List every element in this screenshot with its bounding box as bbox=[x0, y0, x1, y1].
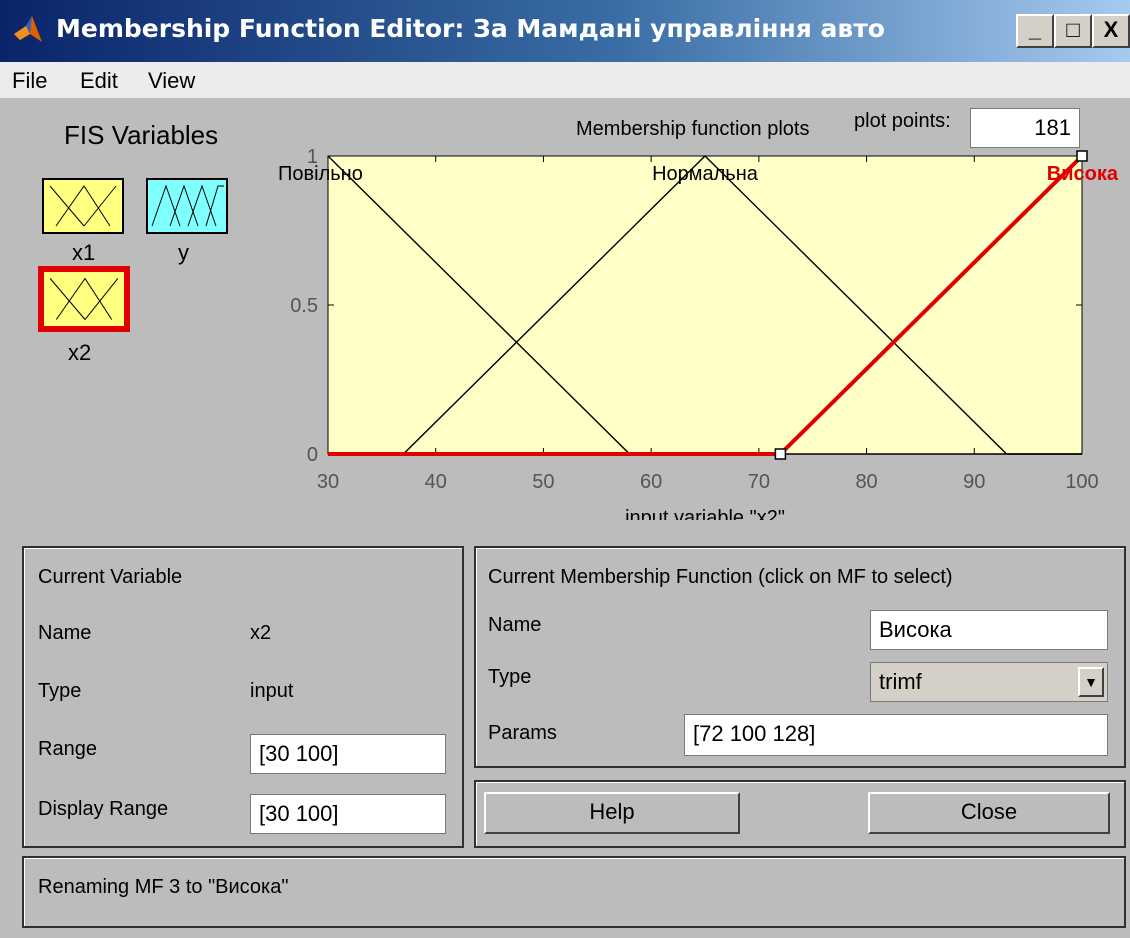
variable-type-label: Type bbox=[38, 680, 82, 702]
current-variable-title: Current Variable bbox=[38, 566, 183, 588]
mf-curves-icon bbox=[151, 184, 224, 227]
mf-params-input[interactable]: [72 100 128] bbox=[684, 714, 1108, 756]
mf-name-input[interactable]: Висока bbox=[870, 610, 1108, 650]
plot-area bbox=[327, 155, 1083, 455]
variable-x2-box-selected[interactable] bbox=[38, 266, 130, 332]
variable-y-box[interactable] bbox=[146, 178, 228, 234]
x-tick-label: 60 bbox=[640, 471, 662, 493]
mf-type-value: trimf bbox=[879, 669, 922, 694]
mf-type-label: Type bbox=[488, 666, 532, 688]
variable-name-label: Name bbox=[38, 622, 92, 644]
variable-x1-box[interactable] bbox=[42, 178, 124, 234]
x-tick-label: 80 bbox=[855, 471, 877, 493]
fis-variables-title: FIS Variables bbox=[64, 120, 219, 150]
display-range-input[interactable]: [30 100] bbox=[250, 794, 446, 834]
help-button[interactable]: Help bbox=[484, 792, 740, 834]
chevron-down-icon[interactable]: ▼ bbox=[1078, 667, 1104, 697]
x-tick-label: 70 bbox=[748, 471, 770, 493]
mf-label[interactable]: Повільно bbox=[278, 163, 363, 185]
mf-params-label: Params bbox=[488, 722, 557, 744]
current-mf-title: Current Membership Function (click on MF… bbox=[488, 566, 953, 588]
mf-curves-icon bbox=[49, 277, 119, 320]
menu-file[interactable]: File bbox=[12, 68, 47, 94]
mf-label[interactable]: Висока bbox=[1047, 163, 1119, 185]
plot-points-label: plot points: bbox=[854, 110, 951, 132]
variable-y-label: y bbox=[178, 240, 189, 265]
variable-x1-label: x1 bbox=[72, 240, 96, 265]
mf-vertex-handle[interactable] bbox=[774, 448, 787, 460]
mf-vertex-handle[interactable] bbox=[1076, 150, 1088, 162]
x-tick-label: 90 bbox=[963, 471, 985, 493]
close-window-button[interactable]: X bbox=[1092, 14, 1130, 48]
close-button[interactable]: Close bbox=[868, 792, 1110, 834]
variable-type-value: input bbox=[250, 680, 294, 702]
minimize-button[interactable]: _ bbox=[1016, 14, 1054, 48]
mf-editor-window: Membership Function Editor: За Мамдані у… bbox=[0, 0, 1130, 938]
maximize-button[interactable]: □ bbox=[1054, 14, 1092, 48]
variable-name-value: x2 bbox=[250, 622, 272, 644]
mf-type-select[interactable]: trimf bbox=[870, 662, 1108, 702]
mf-name-label: Name bbox=[488, 614, 542, 636]
menu-edit[interactable]: Edit bbox=[80, 68, 118, 94]
title-bar[interactable]: Membership Function Editor: За Мамдані у… bbox=[0, 0, 1130, 62]
plot-title: Membership function plots bbox=[576, 118, 810, 140]
mf-curves-icon bbox=[49, 185, 117, 227]
mf-label[interactable]: Нормальна bbox=[652, 163, 759, 185]
menu-bar: File Edit View bbox=[0, 62, 1130, 98]
matlab-logo-icon bbox=[14, 16, 42, 42]
range-label: Range bbox=[38, 738, 97, 760]
x-tick-label: 30 bbox=[317, 471, 339, 493]
range-input[interactable]: [30 100] bbox=[250, 734, 446, 774]
window-title: Membership Function Editor: За Мамдані у… bbox=[56, 14, 885, 43]
x-tick-label: 40 bbox=[425, 471, 447, 493]
status-text: Renaming MF 3 to "Висока" bbox=[38, 876, 289, 898]
y-tick-label: 0 bbox=[307, 444, 318, 466]
display-range-label: Display Range bbox=[38, 798, 169, 820]
x-tick-label: 100 bbox=[1065, 471, 1098, 493]
variable-x2-label: x2 bbox=[68, 340, 92, 365]
menu-view[interactable]: View bbox=[148, 68, 195, 94]
x-tick-label: 50 bbox=[532, 471, 554, 493]
y-tick-label: 0.5 bbox=[290, 295, 318, 317]
membership-function-chart[interactable]: 30 40 50 60 70 80 90 10000.51 Повільно Нормальна… bbox=[260, 140, 1130, 530]
